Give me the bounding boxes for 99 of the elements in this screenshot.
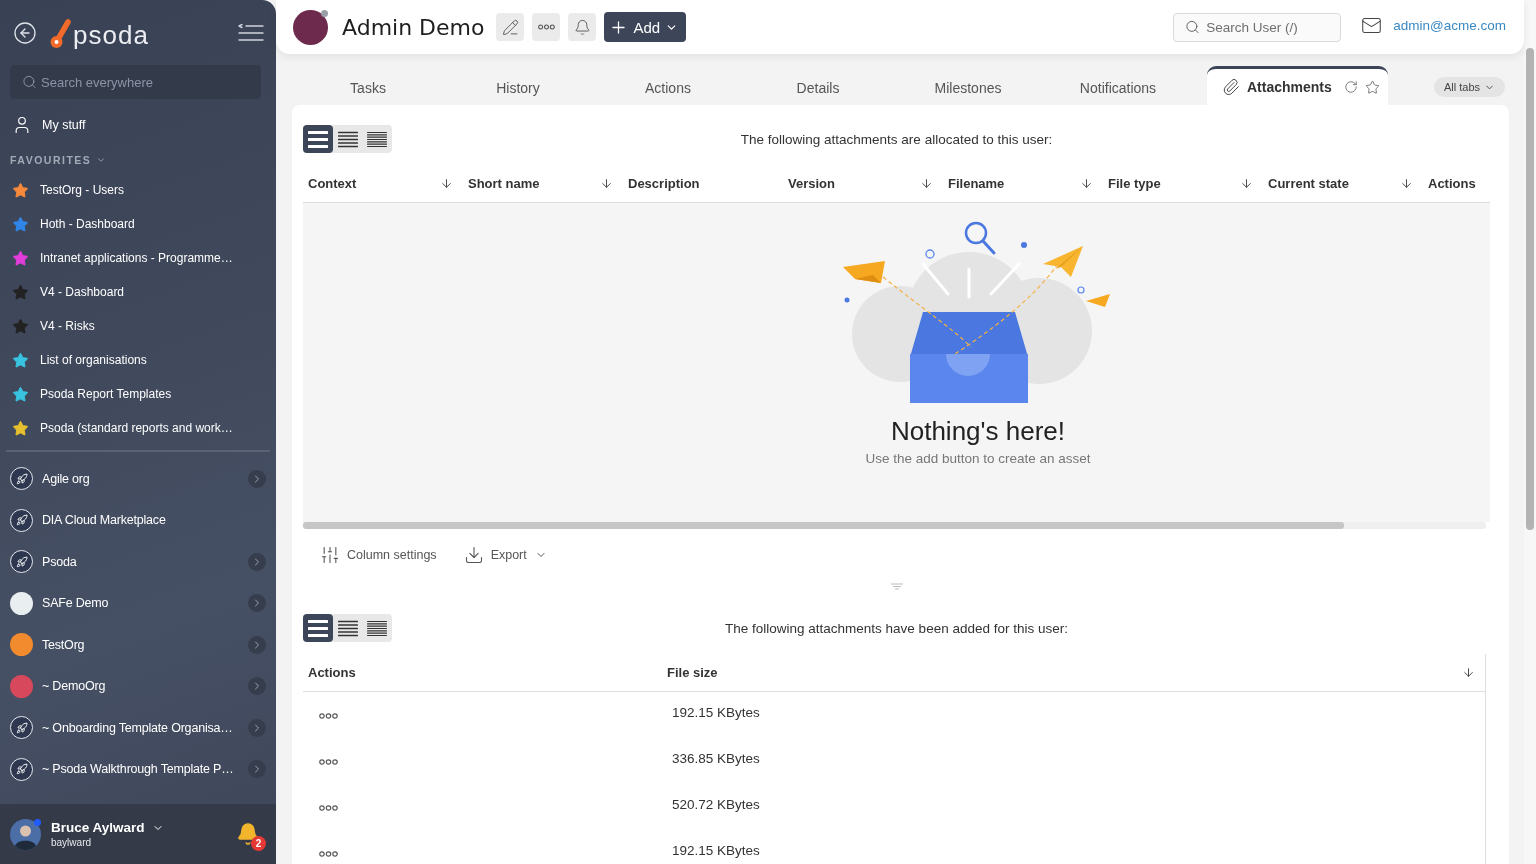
ellipsis-icon bbox=[538, 24, 555, 30]
column-header[interactable]: Description bbox=[628, 176, 700, 191]
column-header[interactable]: Current state bbox=[1268, 176, 1349, 191]
organisation-link[interactable]: SAFe Demo bbox=[10, 591, 109, 615]
logo-icon bbox=[50, 16, 72, 49]
ellipsis-icon bbox=[319, 851, 338, 857]
sliders-icon bbox=[320, 545, 340, 565]
column-header[interactable]: Context bbox=[308, 176, 357, 191]
view-button[interactable] bbox=[303, 125, 333, 153]
lines-icon bbox=[337, 619, 358, 637]
row-actions-button[interactable] bbox=[319, 713, 338, 719]
tab[interactable]: Milestones bbox=[893, 66, 1043, 105]
organisation-link[interactable]: Psoda bbox=[10, 550, 77, 574]
file-size-text: 520.72 KBytes bbox=[672, 797, 760, 812]
column-header[interactable]: File type bbox=[1108, 176, 1161, 191]
column-header[interactable]: Version bbox=[788, 176, 835, 191]
ellipsis-icon bbox=[319, 805, 338, 811]
lines-icon bbox=[307, 130, 328, 148]
add-button[interactable]: Add bbox=[604, 12, 687, 42]
page-title: Admin Demo bbox=[342, 14, 485, 40]
more-button[interactable] bbox=[532, 13, 561, 41]
logo-text: psoda bbox=[73, 21, 149, 48]
favourite-link[interactable]: TestOrg - Users bbox=[0, 173, 136, 207]
column-header[interactable]: Actions bbox=[1428, 176, 1476, 191]
rocket-icon bbox=[10, 716, 33, 740]
search-field[interactable]: Search everywhere bbox=[10, 65, 261, 99]
ellipsis-icon bbox=[319, 713, 338, 719]
organisation-link[interactable]: ~ DemoOrg bbox=[10, 674, 106, 698]
favourites-toggle[interactable]: FAVOURITES bbox=[10, 153, 107, 167]
organisation-link[interactable]: TestOrg bbox=[10, 633, 85, 657]
star-icon bbox=[1364, 79, 1380, 95]
organisation-link[interactable]: ~ Psoda Walkthrough Template P… bbox=[10, 757, 234, 781]
file-size-text: 336.85 KBytes bbox=[672, 751, 760, 766]
notification-badge: 2 bbox=[251, 836, 266, 851]
edit-button[interactable] bbox=[496, 13, 525, 41]
tab[interactable]: History bbox=[443, 66, 593, 105]
file-size-text: 192.15 KBytes bbox=[672, 843, 760, 858]
avatar-icon bbox=[10, 818, 41, 850]
all-tabs-button[interactable]: All tabs bbox=[1433, 77, 1505, 97]
column-header[interactable]: Short name bbox=[468, 176, 540, 191]
my-stuff-link[interactable]: My stuff bbox=[0, 113, 98, 137]
favourite-link[interactable]: Hoth - Dashboard bbox=[0, 207, 147, 241]
organisation-link[interactable]: ~ Onboarding Template Organisa… bbox=[10, 716, 233, 740]
back-icon bbox=[13, 20, 37, 45]
email-link[interactable]: admin@acme.com bbox=[1393, 17, 1506, 33]
file-size-text: 192.15 KBytes bbox=[672, 705, 760, 720]
bell-button[interactable] bbox=[568, 13, 597, 41]
empty-state-text: Use the add button to create an asset bbox=[865, 451, 1091, 467]
ellipsis-icon bbox=[319, 759, 338, 765]
avatar-placeholder bbox=[293, 9, 328, 45]
tab[interactable]: Actions bbox=[593, 66, 743, 105]
favourite-link[interactable]: Psoda (standard reports and work… bbox=[0, 411, 245, 445]
scrollbar-thumb[interactable] bbox=[1526, 48, 1534, 530]
empty-state-title: Nothing's here! bbox=[890, 416, 1066, 446]
column-header[interactable]: Filename bbox=[948, 176, 1005, 191]
row-actions-button[interactable] bbox=[319, 759, 338, 765]
table-caption: The following attachments are allocated to this user: bbox=[739, 131, 1054, 147]
lines-icon bbox=[367, 130, 388, 148]
favourite-link[interactable]: Intranet applications - Programme… bbox=[0, 241, 245, 275]
menu-icon bbox=[238, 23, 264, 42]
favourite-link[interactable]: List of organisations bbox=[0, 343, 159, 377]
lines-icon bbox=[307, 619, 328, 637]
search-icon bbox=[22, 74, 37, 90]
rocket-icon bbox=[10, 508, 33, 532]
rocket-icon bbox=[10, 467, 33, 491]
organisation-link[interactable]: Agile org bbox=[10, 467, 90, 491]
download-icon bbox=[463, 545, 484, 565]
favourite-link[interactable]: V4 - Dashboard bbox=[0, 275, 137, 309]
tab[interactable]: Notifications bbox=[1043, 66, 1193, 105]
user-search-field[interactable]: Search User (/) bbox=[1173, 12, 1342, 42]
back-button[interactable] bbox=[13, 20, 37, 45]
tab[interactable]: Tasks bbox=[293, 66, 443, 105]
refresh-icon bbox=[1343, 79, 1358, 94]
organisation-link[interactable]: DIA Cloud Marketplace bbox=[10, 508, 166, 532]
tab[interactable]: Attachments bbox=[1207, 66, 1388, 105]
bell-icon bbox=[574, 18, 591, 36]
export-button[interactable]: Export bbox=[463, 545, 547, 565]
pencil-icon bbox=[502, 18, 519, 36]
favourite-link[interactable]: V4 - Risks bbox=[0, 309, 107, 343]
table-caption: The following attachments have been added for this user: bbox=[724, 620, 1069, 636]
lines-icon bbox=[367, 619, 388, 637]
search-icon bbox=[1185, 19, 1201, 35]
lines-icon bbox=[337, 130, 358, 148]
chevron-down-icon bbox=[96, 155, 107, 165]
column-header[interactable]: Actions bbox=[308, 665, 356, 680]
column-settings-button[interactable]: Column settings bbox=[320, 545, 437, 565]
tab[interactable]: Details bbox=[743, 66, 893, 105]
drag-handle-icon bbox=[890, 583, 903, 591]
user-menu-button[interactable]: Bruce Aylward bbox=[51, 820, 164, 835]
row-actions-button[interactable] bbox=[319, 851, 338, 857]
paperclip-icon bbox=[1222, 78, 1240, 96]
menu-button[interactable] bbox=[238, 23, 264, 42]
column-header[interactable]: File size bbox=[667, 665, 718, 680]
view-button[interactable] bbox=[303, 614, 333, 642]
username-text: baylward bbox=[51, 837, 92, 848]
row-actions-button[interactable] bbox=[319, 805, 338, 811]
favourite-link[interactable]: Psoda Report Templates bbox=[0, 377, 184, 411]
rocket-icon bbox=[10, 550, 33, 574]
rocket-icon bbox=[10, 757, 33, 781]
